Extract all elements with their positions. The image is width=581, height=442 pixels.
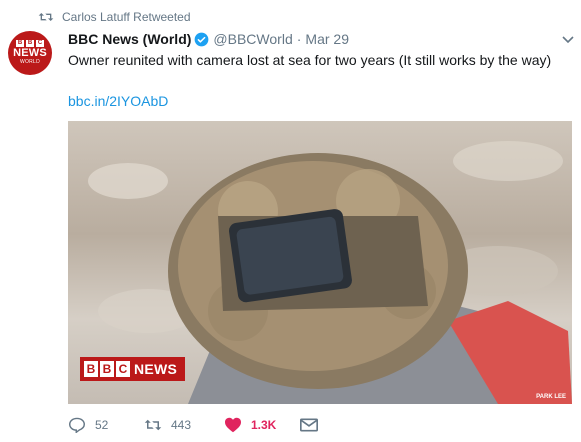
reply-count: 52 bbox=[95, 418, 109, 432]
separator-dot: · bbox=[296, 31, 302, 47]
retweet-context-label: Carlos Latuff Retweeted bbox=[62, 10, 191, 24]
envelope-icon bbox=[300, 418, 318, 432]
avatar-news-text: NEWS bbox=[13, 47, 47, 59]
avatar-world-text: WORLD bbox=[19, 59, 41, 65]
display-name[interactable]: BBC News (World) bbox=[68, 31, 191, 47]
badge-block-b1: B bbox=[84, 361, 98, 377]
retweet-icon bbox=[144, 419, 162, 431]
like-count: 1.3K bbox=[251, 418, 277, 432]
retweet-button[interactable]: 443 bbox=[144, 417, 224, 433]
retweet-icon bbox=[38, 13, 54, 21]
badge-block-c: C bbox=[116, 361, 130, 377]
reply-icon bbox=[68, 417, 86, 433]
avatar-bbc-blocks: B B C bbox=[16, 40, 44, 47]
avatar-block-b2: B bbox=[26, 40, 34, 47]
badge-news-text: NEWS bbox=[134, 361, 178, 377]
badge-block-b2: B bbox=[100, 361, 114, 377]
avatar[interactable]: B B C NEWS WORLD bbox=[8, 31, 52, 75]
like-button[interactable]: 1.3K bbox=[224, 417, 300, 433]
chevron-down-icon[interactable] bbox=[562, 36, 574, 44]
tweet-photo[interactable]: B B C NEWS PARK LEE bbox=[68, 121, 572, 404]
tweet-actions: 52 443 1.3K bbox=[68, 417, 327, 433]
user-handle[interactable]: @BBCWorld bbox=[213, 31, 292, 47]
tweet-text: Owner reunited with camera lost at sea f… bbox=[68, 52, 552, 68]
photo-credit: PARK LEE bbox=[536, 394, 566, 400]
verified-badge-icon bbox=[195, 32, 209, 46]
retweet-count: 443 bbox=[171, 418, 192, 432]
tweet-date[interactable]: Mar 29 bbox=[305, 31, 349, 47]
direct-message-button[interactable] bbox=[300, 417, 327, 433]
retweet-context[interactable]: Carlos Latuff Retweeted bbox=[38, 8, 191, 26]
reply-button[interactable]: 52 bbox=[68, 417, 144, 433]
avatar-block-b1: B bbox=[16, 40, 24, 47]
tweet-link[interactable]: bbc.in/2IYOAbD bbox=[68, 93, 168, 109]
heart-icon bbox=[225, 417, 241, 433]
avatar-block-c: C bbox=[36, 40, 44, 47]
badge-bbc-blocks: B B C bbox=[84, 361, 130, 377]
bbc-news-badge: B B C NEWS bbox=[80, 357, 185, 381]
tweet-header: BBC News (World) @BBCWorld · Mar 29 bbox=[68, 31, 349, 47]
